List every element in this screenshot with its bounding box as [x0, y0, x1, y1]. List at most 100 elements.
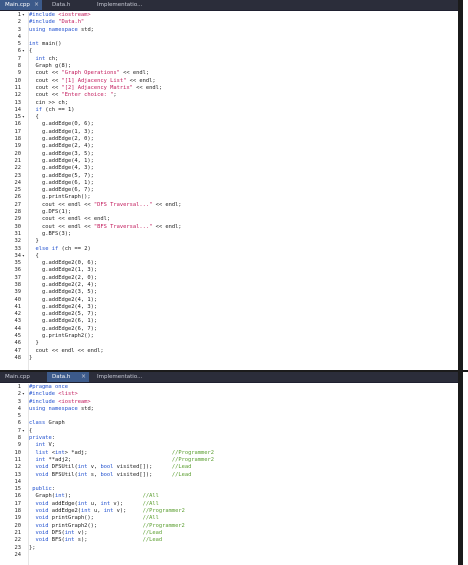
- code-line[interactable]: 8 private:: [0, 435, 463, 442]
- code-line[interactable]: 2 ▾ #include <list>: [0, 391, 463, 398]
- code-editor-main[interactable]: 1 ▾ #include <iostream> 2 #include "Data.h" 3…: [0, 12, 463, 372]
- code-line[interactable]: 15 public:: [0, 486, 463, 493]
- code-line[interactable]: 21 g.addEdge(4, 1);: [0, 158, 463, 165]
- code-line[interactable]: 20 void printGraph2(); //Programmer2: [0, 523, 463, 530]
- code-line[interactable]: 2 #include "Data.h": [0, 19, 463, 26]
- code-line[interactable]: 20 g.addEdge(3, 5);: [0, 151, 463, 158]
- code-line[interactable]: 44 g.addEdge2(6, 7);: [0, 326, 463, 333]
- fold-toggle-icon[interactable]: ▾: [22, 253, 25, 260]
- code-line[interactable]: 42 g.addEdge2(5, 7);: [0, 311, 463, 318]
- fold-toggle-icon[interactable]: ▾: [22, 12, 25, 19]
- code-line[interactable]: 43 g.addEdge2(6, 1);: [0, 318, 463, 325]
- code-line[interactable]: 3 #include <iostream>: [0, 399, 463, 406]
- code-line[interactable]: 36 g.addEdge2(1, 3);: [0, 267, 463, 274]
- line-number: 5: [17, 413, 21, 420]
- line-number: 19: [14, 515, 22, 522]
- code-line[interactable]: 9 cout << "Graph Operations" << endl;: [0, 70, 463, 77]
- fold-toggle-icon[interactable]: ▾: [22, 428, 25, 435]
- tab-main-cpp[interactable]: Main.cpp ×: [0, 0, 42, 10]
- code-line[interactable]: 9 int V;: [0, 442, 463, 449]
- fold-toggle-icon[interactable]: ▾: [22, 48, 25, 55]
- code-line[interactable]: 4: [0, 34, 463, 41]
- code-line[interactable]: 48}: [0, 355, 463, 362]
- code-line[interactable]: 12 cout << "Enter choice: ";: [0, 92, 463, 99]
- code-line[interactable]: 15 ▾ {: [0, 114, 463, 121]
- code-line[interactable]: 5: [0, 413, 463, 420]
- code-editor-header[interactable]: 1 #pragma once 2 ▾ #include <list> 3 #include …: [0, 384, 463, 565]
- code-line[interactable]: 10 cout << "[1] Adjacency List" << endl;: [0, 78, 463, 85]
- code-line[interactable]: 19 void printGraph(); //All: [0, 515, 463, 522]
- code-line[interactable]: 17 void addEdge(int u, int v); //All: [0, 501, 463, 508]
- code-line[interactable]: 6 class Graph: [0, 420, 463, 427]
- line-number: 16: [14, 121, 22, 128]
- code-line[interactable]: 16 Graph(int); //All: [0, 493, 463, 500]
- code-line[interactable]: 29 cout << endl << endl;: [0, 216, 463, 223]
- line-number: 8: [17, 435, 21, 442]
- close-icon[interactable]: ×: [81, 372, 86, 382]
- code-line[interactable]: 40 g.addEdge2(4, 1);: [0, 297, 463, 304]
- code-line[interactable]: 23 g.addEdge(5, 7);: [0, 173, 463, 180]
- tab-implementation[interactable]: Implementatio...: [92, 0, 142, 10]
- line-number: 27: [14, 201, 22, 208]
- scrollbar[interactable]: [458, 372, 463, 565]
- code-line[interactable]: 30 cout << endl << "BFS Traversal..." <<…: [0, 224, 463, 231]
- code-text: public:: [32, 486, 55, 493]
- close-icon[interactable]: ×: [34, 0, 39, 10]
- code-line[interactable]: 47 cout << endl << endl;: [0, 348, 463, 355]
- code-line[interactable]: 11 cout << "[2] Adjacency Matrix" << end…: [0, 85, 463, 92]
- code-line[interactable]: 14 if (ch == 1): [0, 107, 463, 114]
- code-line[interactable]: 33 else if (ch == 2): [0, 246, 463, 253]
- code-line[interactable]: 22 g.addEdge(4, 3);: [0, 165, 463, 172]
- code-line[interactable]: 6 ▾ {: [0, 48, 463, 55]
- code-line[interactable]: 24: [0, 552, 463, 559]
- code-line[interactable]: 38 g.addEdge2(2, 4);: [0, 282, 463, 289]
- code-line[interactable]: 1 #pragma once: [0, 384, 463, 391]
- code-text: g.printGraph2();: [29, 333, 94, 340]
- fold-toggle-icon[interactable]: ▾: [22, 114, 25, 121]
- code-text: list <int> *adj; //Programmer2: [35, 449, 215, 456]
- code-text: g.addEdge2(3, 5);: [29, 289, 98, 296]
- code-line[interactable]: 32 }: [0, 238, 463, 245]
- code-line[interactable]: 23};: [0, 545, 463, 552]
- code-line[interactable]: 21 void DFS(int v); //Lead: [0, 530, 463, 537]
- code-line[interactable]: 8 Graph g(8);: [0, 63, 463, 70]
- code-line[interactable]: 22 void BFS(int s); //Lead: [0, 537, 463, 544]
- line-number: 48: [14, 354, 22, 361]
- tab-data-h[interactable]: Data.h: [47, 0, 89, 10]
- fold-toggle-icon[interactable]: ▾: [22, 391, 25, 398]
- code-line[interactable]: 26 g.printGraph();: [0, 194, 463, 201]
- code-line[interactable]: 39 g.addEdge2(3, 5);: [0, 289, 463, 296]
- code-line[interactable]: 19 g.addEdge(2, 4);: [0, 143, 463, 150]
- tab-data-h[interactable]: Data.h ×: [47, 372, 89, 382]
- code-line[interactable]: 31 g.BFS(3);: [0, 231, 463, 238]
- code-line[interactable]: 14: [0, 479, 463, 486]
- code-line[interactable]: 10 list <int> *adj; //Programmer2: [0, 450, 463, 457]
- code-line[interactable]: 41 g.addEdge2(4, 3);: [0, 304, 463, 311]
- code-line[interactable]: 28 g.DFS(1);: [0, 209, 463, 216]
- code-line[interactable]: 45 g.printGraph2();: [0, 333, 463, 340]
- code-line[interactable]: 4 using namespace std;: [0, 406, 463, 413]
- code-line[interactable]: 13 cin >> ch;: [0, 100, 463, 107]
- tab-main-cpp[interactable]: Main.cpp: [0, 372, 42, 382]
- code-line[interactable]: 7 ▾ {: [0, 428, 463, 435]
- code-line[interactable]: 12 void DFSUtil(int v, bool visited[]); …: [0, 464, 463, 471]
- code-line[interactable]: 18 g.addEdge(2, 0);: [0, 136, 463, 143]
- code-line[interactable]: 46 }: [0, 340, 463, 347]
- code-line[interactable]: 17 g.addEdge(1, 3);: [0, 129, 463, 136]
- code-line[interactable]: 13 void BFSUtil(int s, bool visited[]); …: [0, 472, 463, 479]
- tab-implementation[interactable]: Implementatio...: [92, 372, 142, 382]
- code-line[interactable]: 18 void addEdge2(int u, int v); //Progra…: [0, 508, 463, 515]
- code-line[interactable]: 5 int main(): [0, 41, 463, 48]
- code-line[interactable]: 35 g.addEdge2(0, 6);: [0, 260, 463, 267]
- code-line[interactable]: 16 g.addEdge(0, 6);: [0, 121, 463, 128]
- code-line[interactable]: 7 int ch;: [0, 56, 463, 63]
- scrollbar[interactable]: [458, 0, 463, 372]
- code-line[interactable]: 24 g.addEdge(6, 1);: [0, 180, 463, 187]
- code-line[interactable]: 27 cout << endl << "DFS Traversal..." <<…: [0, 202, 463, 209]
- code-line[interactable]: 37 g.addEdge2(2, 0);: [0, 275, 463, 282]
- code-line[interactable]: 11 int **adj2; //Programmer2: [0, 457, 463, 464]
- code-line[interactable]: 3 using namespace std;: [0, 27, 463, 34]
- code-line[interactable]: 25 g.addEdge(6, 7);: [0, 187, 463, 194]
- code-line[interactable]: 1 ▾ #include <iostream>: [0, 12, 463, 19]
- code-line[interactable]: 34 ▾ {: [0, 253, 463, 260]
